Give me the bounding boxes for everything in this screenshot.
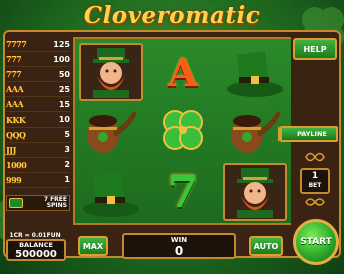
- paytable-row: KKK 10: [6, 112, 70, 128]
- hat-symbol-icon: [79, 163, 143, 221]
- leprechaun-symbol-icon: [79, 43, 143, 101]
- paytable-symbol: KKK: [6, 114, 26, 125]
- paytable-payout: 15: [58, 99, 70, 109]
- paytable-payout: 10: [58, 115, 70, 125]
- hat-symbol-icon: [223, 43, 287, 101]
- paytable-symbol: 7777: [6, 39, 27, 50]
- paytable-symbol: 777: [6, 54, 22, 65]
- paytable-payout: 125: [53, 39, 70, 49]
- pipe-symbol-icon: [79, 103, 143, 161]
- bet-display[interactable]: 1 BET: [300, 168, 330, 194]
- reels-area: A 7: [73, 37, 291, 225]
- help-button[interactable]: HELP: [293, 38, 337, 60]
- paytable-row: 777 100: [6, 52, 70, 68]
- scatter-symbol-icon: [9, 198, 23, 208]
- paytable-row: AAA 15: [6, 97, 70, 113]
- paytable-payout: 25: [58, 84, 70, 94]
- paytable-symbol: AAA: [6, 99, 24, 110]
- paytable-payout: 50: [58, 69, 70, 79]
- letter-a-symbol: A: [168, 49, 198, 95]
- bet-label: BET: [308, 182, 322, 189]
- win-display: WIN 0: [122, 233, 236, 259]
- paytable-payout: 3: [64, 145, 70, 155]
- paytable-payout: 1: [64, 175, 70, 185]
- celtic-knot-icon: [305, 198, 325, 206]
- bet-value: 1: [311, 171, 319, 181]
- paytable-symbol: 777: [6, 69, 22, 80]
- paytable-symbol: 1000: [6, 159, 27, 170]
- auto-spin-button[interactable]: AUTO: [249, 236, 283, 256]
- paytable-symbol: QQQ: [6, 129, 26, 140]
- paytable-row: 999 1: [6, 173, 70, 188]
- paytable-symbol: JJJ: [6, 144, 16, 155]
- paytable-payout: 2: [64, 160, 70, 170]
- paytable-row: 777 50: [6, 67, 70, 83]
- paytable-payout: 100: [53, 54, 70, 64]
- max-bet-button[interactable]: MAX: [78, 236, 108, 256]
- seven-symbol: 7: [167, 166, 199, 218]
- credit-info: 1CR = 0.01FUN: [9, 232, 61, 239]
- win-value: 0: [174, 244, 184, 258]
- leprechaun-symbol-icon: [223, 163, 287, 221]
- paytable-row: QQQ 5: [6, 128, 70, 143]
- start-button[interactable]: START: [293, 219, 339, 265]
- free-spins-label: 7 FREE SPINS: [43, 196, 67, 209]
- paytable-row: JJJ 3: [6, 143, 70, 158]
- paytable-symbol: AAA: [6, 84, 24, 95]
- balance-value: 500000: [15, 249, 57, 260]
- paytable: 7777 125 777 100 777 50 AAA 25 AAA 15 KKK 10 Q…: [6, 37, 70, 205]
- free-spins-row: 7 FREE SPINS: [6, 195, 70, 211]
- reel-1: [75, 39, 147, 223]
- game-title: Cloveromatic: [83, 2, 261, 29]
- payline-button[interactable]: PAYLINE: [280, 126, 338, 142]
- celtic-knot-icon: [305, 152, 325, 162]
- balance-label: BALANCE: [19, 241, 53, 249]
- reel-2: A 7: [147, 39, 219, 223]
- paytable-symbol: 999: [6, 174, 22, 185]
- balance-display: BALANCE 500000: [6, 239, 66, 261]
- paytable-row: AAA 25: [6, 82, 70, 98]
- paytable-row: 1000 2: [6, 158, 70, 173]
- paytable-row: 7777 125: [6, 37, 70, 53]
- clover-symbol-icon: [151, 103, 215, 161]
- paytable-payout: 5: [64, 130, 70, 140]
